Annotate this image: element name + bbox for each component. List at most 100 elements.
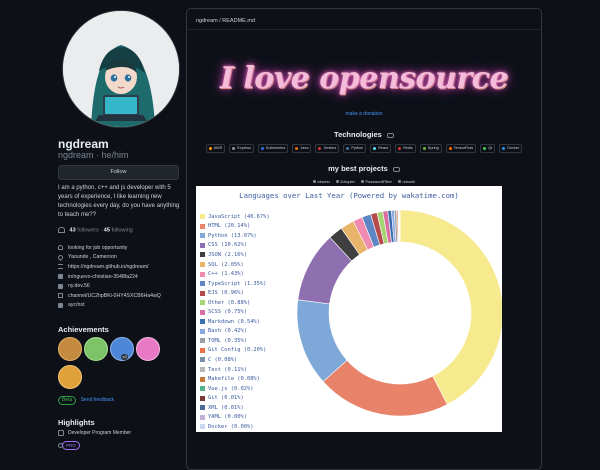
beta-pill: Beta [58,396,76,405]
person-icon [58,245,63,250]
tech-badge-aws: AWS [206,144,226,153]
detail-link[interactable]: ny.dev.56 [68,283,90,289]
follow-button[interactable]: Follow [58,165,179,180]
detail-linkedin[interactable]: in/nguevo-christian-3548fa224 [58,272,180,282]
detail-location: Yaounde , Cameroon [58,253,180,263]
avatar-illustration [63,11,179,127]
detail-text: Yaounde , Cameroon [68,254,117,260]
detail-channel[interactable]: channel/UC2hpBKi-0HY4SXCB6Ha4wQ [58,291,180,301]
project-link[interactable]: ndowhi [398,179,415,184]
kubernetes-icon [261,147,264,150]
project-link[interactable]: ekwesi [313,179,330,184]
profile-name: ngdream [58,137,109,151]
project-label[interactable]: ekwesi [317,179,329,184]
tech-label: Redis [403,145,413,152]
tech-label: Jenkins [323,145,336,152]
highlights-title: Highlights [58,418,95,427]
tech-label: Express [237,145,251,152]
tech-label: TensorFlow [454,145,473,152]
technologies-title-text: Technologies [334,130,382,139]
tech-badge-jenkins: Jenkins [315,144,339,153]
tech-badge-react: React [370,144,391,153]
tech-label: Docker [507,145,519,152]
follow-stats: 43 followers · 45 following [58,227,133,233]
tech-badge-tensorflow: TensorFlow [446,144,476,153]
detail-link[interactable]: channel/UC2hpBKi-0HY4SXCB6Ha4wQ [68,293,161,299]
highlight-item: Developer Program Member [58,430,131,436]
detail-status: looking for job opportunity [58,243,180,253]
repo-icon [361,180,364,183]
linkedin-icon [58,274,63,279]
banner-text: I love opensource [220,61,508,96]
email-icon [58,293,63,298]
project-label[interactable]: ndowhi [402,179,415,184]
tech-badge-redis: Redis [395,144,416,153]
divider [187,29,541,30]
linkedin-icon [58,303,63,308]
project-label[interactable]: PasswordFilter [366,179,392,184]
repo-icon [313,180,316,183]
technology-badges: AWS Express Kubernetes Java Jenkins Python Rea… [187,144,541,153]
repo-icon [336,180,339,183]
redis-icon [398,147,401,150]
express-icon [232,147,235,150]
people-icon [58,227,65,233]
repo-icon [398,180,401,183]
readme-path[interactable]: ngdream / README.md [196,18,255,24]
tech-label: Spring [428,145,439,152]
spring-icon [423,147,426,150]
python-icon [346,147,349,150]
tech-badge-spring: Spring [420,144,442,153]
donation-link[interactable]: make a donation [187,111,541,117]
detail-link[interactable]: ayc/nst [68,302,84,308]
project-links: ekwesi Zdrupier PasswordFilter ndowhi [187,179,541,184]
tech-label: Java [300,145,308,152]
profile-details: looking for job opportunity Yaounde , Ca… [58,243,180,310]
quickdraw-badge[interactable] [84,337,108,361]
pull-shark-badge[interactable] [58,337,82,361]
detail-link[interactable]: in/nguevo-christian-3548fa224 [68,274,138,280]
link-icon [58,264,63,269]
starstruck-badge[interactable] [58,365,82,389]
java-icon [295,147,298,150]
tech-label: AWS [214,145,223,152]
followers-label[interactable]: followers [77,227,99,233]
anchor-link-icon[interactable] [393,167,400,172]
projects-title: my best projects [187,164,541,173]
send-feedback-link[interactable]: Send feedback [81,397,114,403]
tech-badge-kubernetes: Kubernetes [258,144,288,153]
tech-label: React [378,145,388,152]
project-label[interactable]: Zdrupier [340,179,355,184]
tech-badge-qt: Qt [480,144,495,153]
anchor-link-icon[interactable] [387,133,394,138]
code-square-icon [58,430,64,436]
pair-extraordinaire-badge[interactable] [136,337,160,361]
tech-badge-express: Express [229,144,254,153]
profile-handle: ngdream · he/him [58,150,129,160]
followers-count[interactable]: 43 [70,227,76,233]
detail-link[interactable]: https://ngdream.github.io/ngdream/ [68,264,148,270]
docker-icon [502,147,505,150]
detail-facebook[interactable]: ny.dev.56 [58,281,180,291]
highlight-text: Developer Program Member [68,430,131,436]
tensorflow-icon [449,147,452,150]
avatar[interactable] [62,10,180,128]
pro-pill: PRO [62,441,80,450]
donut-chart [196,186,502,432]
donut-slice-html [323,360,447,416]
donut-slice-javascript [400,210,502,405]
badge-count: x2 [121,354,128,360]
aws-icon [209,147,212,150]
following-count[interactable]: 45 [104,227,110,233]
readme-banner: I love opensource [187,61,541,96]
project-link[interactable]: Zdrupier [336,179,355,184]
wakatime-languages-chart: Languages over Last Year (Powered by wak… [196,186,502,432]
detail-social[interactable]: ayc/nst [58,301,180,311]
following-label[interactable]: following [111,227,132,233]
react-icon [373,147,376,150]
tech-label: Qt [488,145,492,152]
detail-website[interactable]: https://ngdream.github.io/ngdream/ [58,262,180,272]
jenkins-icon [318,147,321,150]
project-link[interactable]: PasswordFilter [361,179,392,184]
tech-badge-python: Python [343,144,366,153]
